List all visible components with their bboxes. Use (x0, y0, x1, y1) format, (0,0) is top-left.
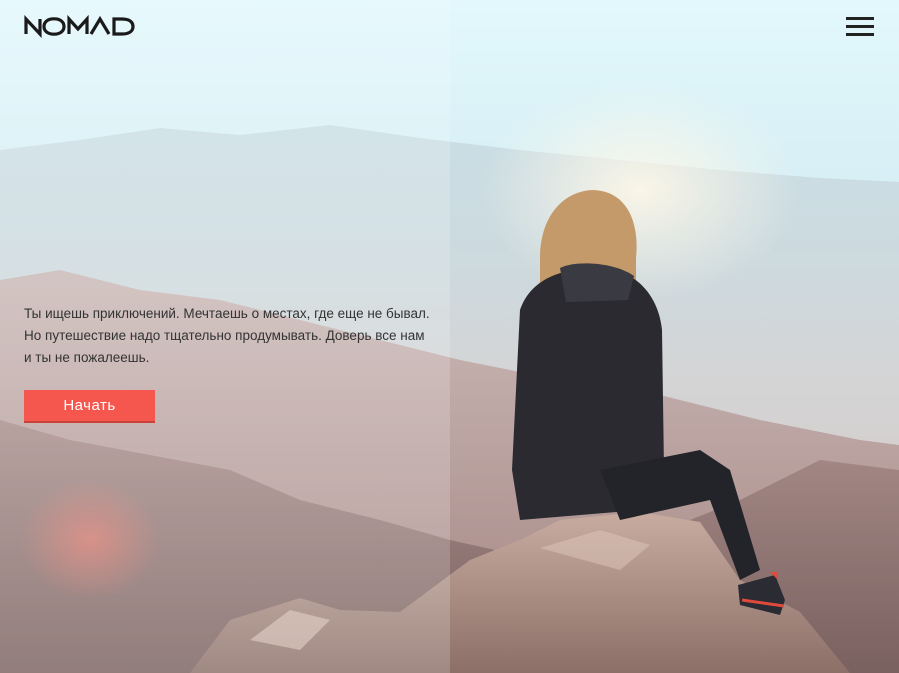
start-button[interactable]: Начать (24, 390, 155, 421)
hero-description: Ты ищешь приключений. Мечтаешь о местах,… (24, 306, 430, 365)
nomad-logo[interactable] (24, 14, 156, 39)
menu-button[interactable] (843, 14, 877, 40)
hamburger-icon (846, 17, 874, 20)
hamburger-icon-bar (846, 25, 874, 28)
hamburger-icon-bar (846, 33, 874, 36)
logo-wordmark-icon (24, 14, 135, 39)
